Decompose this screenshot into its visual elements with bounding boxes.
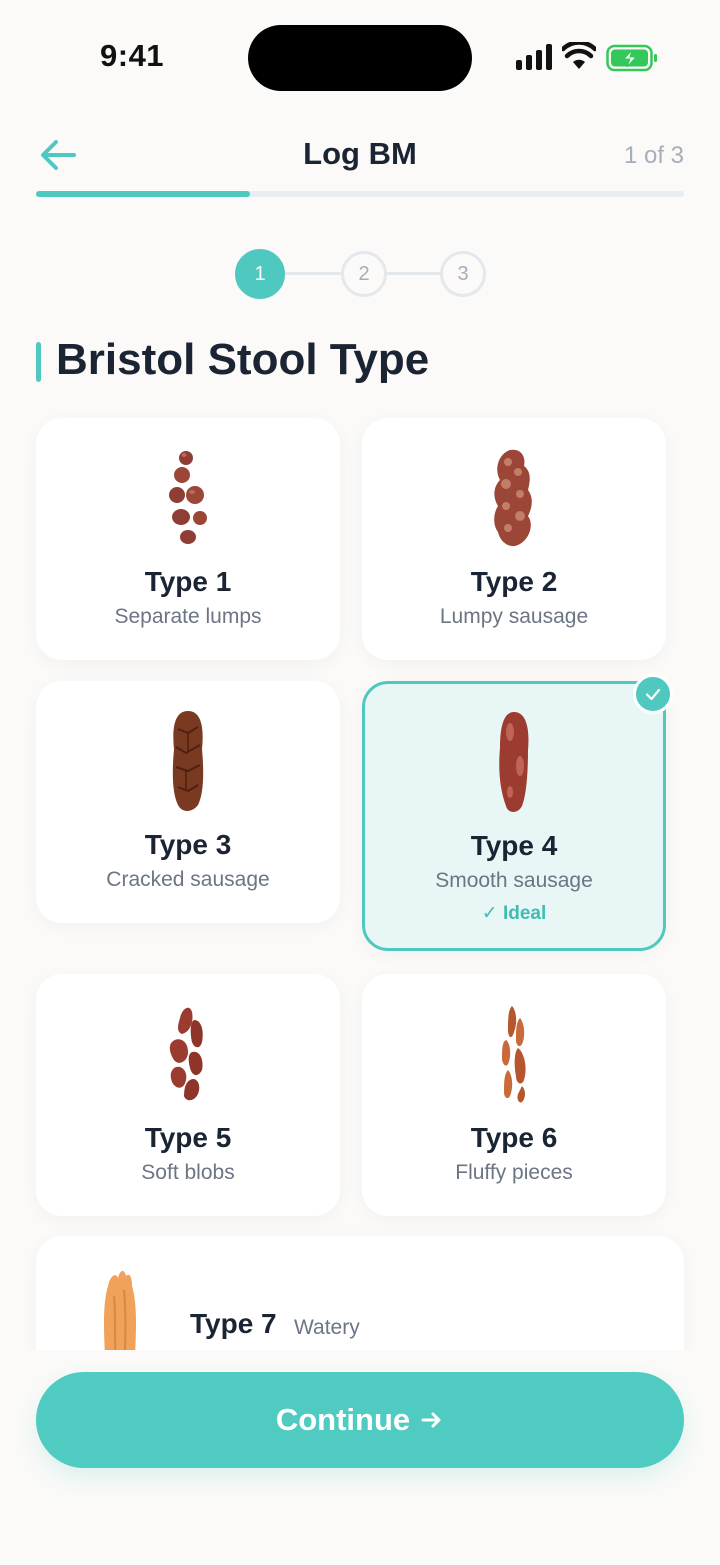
stool-type-card-1[interactable]: Type 1 Separate lumps	[36, 418, 340, 660]
type-name: Type 7	[190, 1308, 277, 1339]
type-name: Type 6	[470, 1122, 558, 1153]
selected-check-icon	[633, 674, 673, 714]
stool-type-card-2[interactable]: Type 2 Lumpy sausage	[362, 418, 666, 660]
stool-type-card-6[interactable]: Type 6 Fluffy pieces	[362, 974, 666, 1216]
type-name: Type 3	[144, 829, 232, 860]
type-description: Lumpy sausage	[439, 605, 589, 628]
type-description: Watery	[294, 1316, 360, 1339]
stepper: 1 2 3	[235, 249, 486, 299]
step-2-indicator: 2	[341, 251, 387, 297]
type-4-stool-icon	[365, 710, 663, 814]
wifi-icon	[562, 42, 596, 69]
type-name: Type 1	[144, 566, 232, 597]
page-title: Log BM	[303, 136, 417, 171]
status-time: 9:41	[100, 38, 165, 73]
stool-type-card-4[interactable]: Type 4 Smooth sausage ✓ Ideal	[362, 674, 673, 951]
type-description: Cracked sausage	[106, 868, 270, 891]
section-accent-bar	[36, 342, 41, 382]
dynamic-island	[248, 25, 472, 91]
type-1-stool-icon	[36, 446, 340, 550]
ideal-badge: ✓ Ideal	[481, 903, 547, 924]
type-6-stool-icon	[362, 1002, 666, 1106]
stepper-connector	[283, 272, 343, 275]
type-name: Type 2	[470, 566, 558, 597]
type-5-stool-icon	[36, 1002, 340, 1106]
continue-button[interactable]: Continue	[36, 1372, 684, 1468]
log-bm-screen: 9:41 Log BM 1 of 3 1 2 3 Bristol Stool T…	[0, 0, 720, 1565]
progress-bar	[36, 191, 684, 197]
step-counter: 1 of 3	[623, 142, 684, 169]
step-1-indicator: 1	[235, 249, 285, 299]
stepper-connector	[385, 272, 445, 275]
type-description: Soft blobs	[141, 1161, 235, 1184]
arrow-right-icon	[421, 1412, 441, 1428]
continue-label: Continue	[275, 1402, 411, 1437]
type-name: Type 4	[470, 830, 558, 861]
stool-type-card-3[interactable]: Type 3 Cracked sausage	[36, 681, 340, 923]
type-3-stool-icon	[36, 709, 340, 813]
stool-type-card-5[interactable]: Type 5 Soft blobs	[36, 974, 340, 1216]
type-description: Separate lumps	[114, 605, 262, 628]
type-2-stool-icon	[362, 446, 666, 550]
section-title: Bristol Stool Type	[56, 335, 430, 384]
cellular-signal-icon	[516, 44, 552, 70]
type-description: Fluffy pieces	[455, 1161, 573, 1184]
type-name: Type 5	[144, 1122, 232, 1153]
battery-charging-icon	[606, 44, 657, 72]
type-description: Smooth sausage	[435, 869, 593, 892]
step-3-indicator: 3	[440, 251, 486, 297]
progress-bar-fill	[36, 191, 250, 197]
